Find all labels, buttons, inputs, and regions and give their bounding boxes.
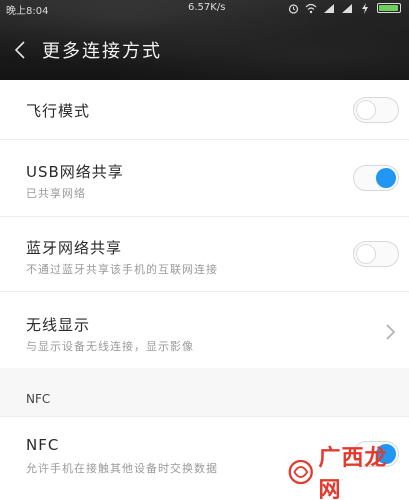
wifi-icon bbox=[305, 2, 317, 14]
battery-icon bbox=[377, 3, 401, 13]
usb-tethering-label: USB网络共享 bbox=[26, 163, 124, 181]
bluetooth-tethering-toggle[interactable] bbox=[353, 241, 399, 267]
nfc-section-header: NFC bbox=[26, 392, 51, 406]
bluetooth-tethering-label: 蓝牙网络共享 bbox=[26, 239, 123, 257]
charging-icon bbox=[359, 2, 371, 14]
usb-tethering-toggle[interactable] bbox=[353, 165, 399, 191]
network-speed: 6.57K/s bbox=[188, 2, 226, 13]
nfc-description: 允许手机在接触其他设备时交换数据 bbox=[26, 462, 218, 475]
alarm-icon bbox=[287, 2, 299, 14]
watermark: 广西龙网 bbox=[287, 446, 403, 500]
status-bar: 晚上8:04 6.57K/s bbox=[0, 0, 409, 20]
app-header: 晚上8:04 6.57K/s 更多连接方式 bbox=[0, 0, 409, 80]
airplane-mode-row[interactable]: 飞行模式 bbox=[0, 80, 409, 140]
wireless-display-row[interactable]: 无线显示 与显示设备无线连接，显示影像 bbox=[0, 292, 409, 368]
toggle-knob bbox=[356, 244, 376, 264]
bluetooth-tethering-description: 不通过蓝牙共享该手机的互联网连接 bbox=[26, 263, 218, 276]
nfc-label: NFC bbox=[26, 436, 60, 454]
usb-tethering-status: 已共享网络 bbox=[26, 187, 86, 200]
watermark-text: 广西龙网 bbox=[318, 446, 388, 500]
chevron-right-icon bbox=[386, 324, 396, 340]
usb-tethering-row[interactable]: USB网络共享 已共享网络 bbox=[0, 140, 409, 216]
toggle-knob bbox=[356, 100, 376, 120]
back-button[interactable] bbox=[8, 36, 32, 64]
status-time: 晚上8:04 bbox=[6, 6, 49, 17]
toggle-knob bbox=[376, 168, 396, 188]
airplane-mode-toggle[interactable] bbox=[353, 97, 399, 123]
signal-icon-2 bbox=[341, 2, 353, 14]
status-icons bbox=[287, 2, 401, 14]
wireless-display-label: 无线显示 bbox=[26, 316, 91, 334]
chevron-left-icon bbox=[14, 41, 25, 59]
wireless-display-description: 与显示设备无线连接，显示影像 bbox=[26, 340, 194, 353]
bluetooth-tethering-row[interactable]: 蓝牙网络共享 不通过蓝牙共享该手机的互联网连接 bbox=[0, 217, 409, 291]
signal-icon bbox=[323, 2, 335, 14]
watermark-logo-icon bbox=[288, 459, 313, 485]
airplane-mode-label: 飞行模式 bbox=[26, 102, 91, 120]
page-title: 更多连接方式 bbox=[42, 41, 162, 62]
settings-card: 飞行模式 USB网络共享 已共享网络 蓝牙网络共享 不通过蓝牙共享该手机的互联网… bbox=[0, 80, 409, 368]
